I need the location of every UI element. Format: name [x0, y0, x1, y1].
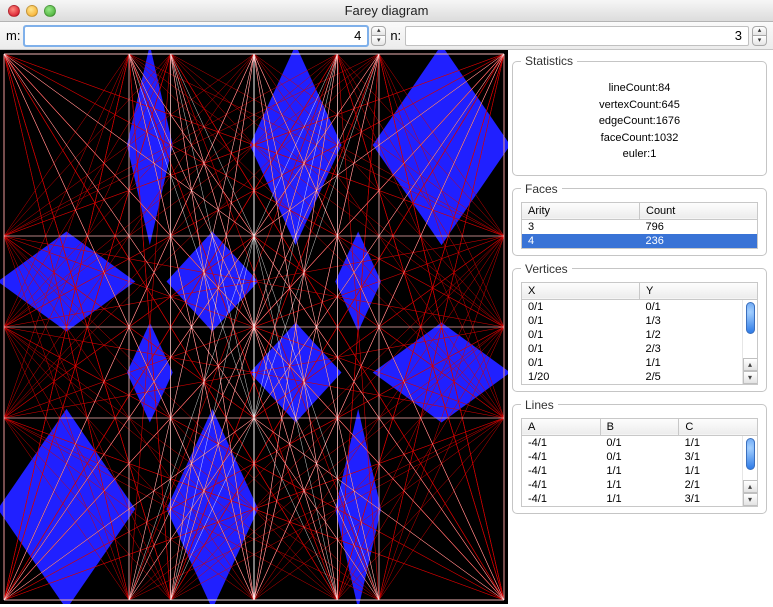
lines-group: Lines A B C -4/10/11/1-4/10/13/1-4/11/11… — [512, 398, 767, 514]
lines-col-c[interactable]: C — [679, 418, 758, 435]
m-step-up[interactable]: ▴ — [371, 26, 386, 36]
n-step-up[interactable]: ▴ — [752, 26, 767, 36]
stat-euler: euler:1 — [521, 146, 758, 163]
m-stepper[interactable]: ▴ ▾ — [371, 26, 386, 46]
table-row[interactable]: 0/11/1 — [522, 356, 757, 370]
traffic-lights — [0, 5, 56, 17]
titlebar: Farey diagram — [0, 0, 773, 22]
statistics-group: Statistics lineCount:84 vertexCount:645 … — [512, 54, 767, 176]
table-row[interactable]: -4/11/12/1 — [522, 478, 757, 492]
farey-canvas — [0, 50, 508, 604]
table-row[interactable]: -4/11/13/1 — [522, 492, 757, 506]
table-row[interactable]: 4236 — [522, 234, 757, 248]
lines-col-a[interactable]: A — [522, 418, 601, 435]
m-step-down[interactable]: ▾ — [371, 36, 386, 46]
table-row[interactable]: 0/11/3 — [522, 314, 757, 328]
table-row[interactable]: -4/10/13/1 — [522, 450, 757, 464]
n-label: n: — [390, 28, 401, 43]
lines-table[interactable]: A B C — [521, 418, 758, 436]
n-stepper[interactable]: ▴ ▾ — [752, 26, 767, 46]
stat-facecount: faceCount:1032 — [521, 130, 758, 147]
faces-table[interactable]: Arity Count — [521, 202, 758, 220]
scroll-up-icon[interactable]: ▴ — [743, 358, 758, 371]
close-button[interactable] — [8, 5, 20, 17]
zoom-button[interactable] — [44, 5, 56, 17]
input-row: m: ▴ ▾ n: ▴ ▾ — [0, 22, 773, 50]
stat-vertexcount: vertexCount:645 — [521, 97, 758, 114]
faces-legend: Faces — [521, 182, 562, 196]
scroll-down-icon[interactable]: ▾ — [743, 493, 758, 506]
table-row[interactable]: 0/12/3 — [522, 342, 757, 356]
n-step-down[interactable]: ▾ — [752, 36, 767, 46]
lines-scrollbar[interactable]: ▴ ▾ — [742, 436, 757, 506]
vertices-table[interactable]: X Y — [521, 282, 758, 300]
vertices-group: Vertices X Y 0/10/10/11/30/11/20/12/30/1… — [512, 262, 767, 392]
table-row[interactable]: -4/11/11/1 — [522, 464, 757, 478]
window-title: Farey diagram — [0, 3, 773, 18]
faces-col-arity[interactable]: Arity — [522, 202, 640, 219]
scroll-down-icon[interactable]: ▾ — [743, 371, 758, 384]
stat-edgecount: edgeCount:1676 — [521, 113, 758, 130]
minimize-button[interactable] — [26, 5, 38, 17]
table-row[interactable]: 1/202/5 — [522, 370, 757, 384]
vertices-col-y[interactable]: Y — [640, 282, 758, 299]
table-row[interactable]: -4/10/11/1 — [522, 436, 757, 450]
n-input[interactable] — [405, 26, 749, 46]
m-input[interactable] — [24, 26, 368, 46]
table-row[interactable]: 0/11/2 — [522, 328, 757, 342]
table-row[interactable]: 3796 — [522, 220, 757, 234]
stat-linecount: lineCount:84 — [521, 80, 758, 97]
statistics-legend: Statistics — [521, 54, 577, 68]
lines-col-b[interactable]: B — [600, 418, 679, 435]
lines-legend: Lines — [521, 398, 558, 412]
table-row[interactable]: 0/10/1 — [522, 300, 757, 314]
vertices-legend: Vertices — [521, 262, 572, 276]
scroll-up-icon[interactable]: ▴ — [743, 480, 758, 493]
vertices-scrollbar[interactable]: ▴ ▾ — [742, 300, 757, 384]
m-label: m: — [6, 28, 20, 43]
faces-group: Faces Arity Count 37964236 — [512, 182, 767, 256]
vertices-col-x[interactable]: X — [522, 282, 640, 299]
faces-col-count[interactable]: Count — [640, 202, 758, 219]
